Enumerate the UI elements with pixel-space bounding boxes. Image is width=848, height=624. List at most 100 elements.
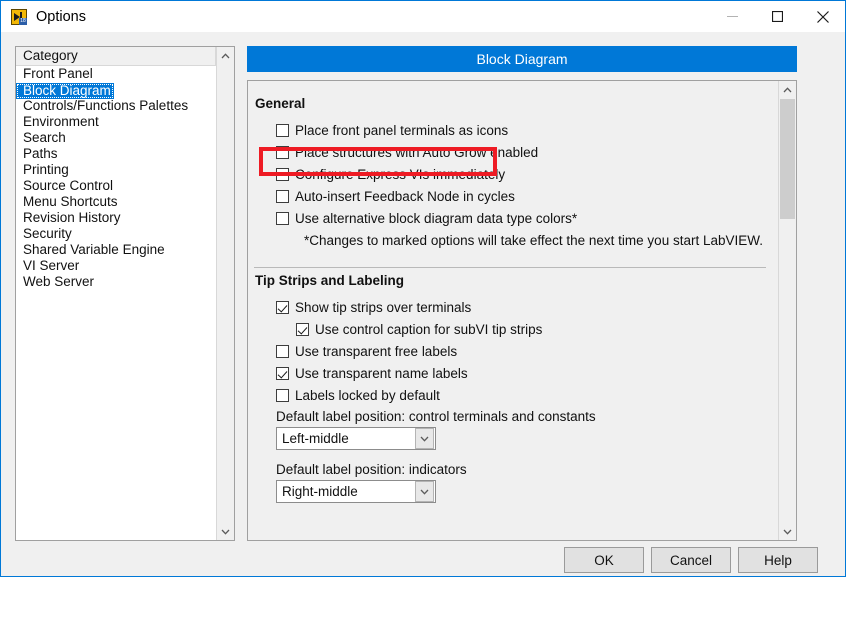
icon-version-badge: 18 (19, 17, 27, 25)
sidebar-item-shared-variable-engine[interactable]: Shared Variable Engine (16, 242, 216, 258)
checkbox-place-front-panel-terminals-as-icons[interactable] (276, 123, 289, 137)
checkbox-place-structures-auto-grow[interactable] (276, 145, 289, 159)
scroll-down-button[interactable] (217, 523, 234, 540)
close-button[interactable] (800, 1, 845, 32)
chevron-down-icon (221, 529, 230, 535)
checkbox-labels-locked-by-default[interactable] (276, 388, 289, 402)
dialog-body: Category Front Panel Block Diagram Contr… (1, 32, 845, 576)
chevron-down-icon[interactable] (415, 481, 434, 502)
sidebar-item-environment[interactable]: Environment (16, 114, 216, 130)
checkbox-label: Use transparent name labels (295, 365, 468, 381)
checkbox-label: Auto-insert Feedback Node in cycles (295, 188, 515, 204)
sidebar-item-front-panel[interactable]: Front Panel (16, 66, 216, 82)
checkbox-auto-insert-feedback-node[interactable] (276, 189, 289, 203)
checkbox-row-transparent-name-labels[interactable]: Use transparent name labels (248, 362, 778, 384)
chevron-down-icon[interactable] (415, 428, 434, 449)
sidebar-item-vi-server[interactable]: VI Server (16, 258, 216, 274)
general-footnote: *Changes to marked options will take eff… (304, 233, 763, 248)
checkbox-label: Place structures with Auto Grow enabled (295, 144, 539, 160)
category-item-row[interactable]: Block Diagram (16, 82, 216, 99)
sidebar-item-menu-shortcuts[interactable]: Menu Shortcuts (16, 194, 216, 210)
scroll-up-button[interactable] (779, 81, 796, 98)
help-button[interactable]: Help (738, 547, 818, 573)
chevron-up-icon (783, 86, 792, 92)
checkbox-row-use-control-caption[interactable]: Use control caption for subVI tip strips (248, 318, 778, 340)
dropdown-control-terminal-position[interactable]: Left-middle (276, 427, 436, 450)
pane-title: Block Diagram (247, 46, 797, 72)
title-bar[interactable]: 18 Options (1, 1, 845, 32)
category-item-row[interactable]: Search (16, 130, 216, 146)
scroll-down-button[interactable] (779, 523, 796, 540)
maximize-button[interactable] (755, 1, 800, 32)
checkbox-label: Configure Express VIs immediately (295, 166, 506, 182)
checkbox-label: Labels locked by default (295, 387, 440, 403)
checkbox-label: Place front panel terminals as icons (295, 122, 509, 138)
pane-content-frame: General Place front panel terminals as i… (247, 80, 797, 541)
settings-pane: Block Diagram General Place front panel … (247, 46, 797, 541)
checkbox-use-control-caption[interactable] (296, 322, 309, 336)
sidebar-item-revision-history[interactable]: Revision History (16, 210, 216, 226)
options-dialog: 18 Options Category Front Panel Block Di… (0, 0, 846, 577)
category-item-row[interactable]: Printing (16, 162, 216, 178)
chevron-up-icon (221, 52, 230, 58)
category-panel: Category Front Panel Block Diagram Contr… (15, 46, 235, 541)
checkbox-row-auto-insert-feedback-node[interactable]: Auto-insert Feedback Node in cycles (248, 185, 778, 207)
labview-options-icon: 18 (11, 8, 27, 25)
scroll-up-button[interactable] (217, 47, 234, 64)
checkbox-transparent-name-labels[interactable] (276, 366, 289, 380)
sidebar-item-web-server[interactable]: Web Server (16, 274, 216, 290)
sidebar-item-source-control[interactable]: Source Control (16, 178, 216, 194)
sidebar-item-search[interactable]: Search (16, 130, 216, 146)
category-item-row[interactable]: VI Server (16, 258, 216, 274)
checkbox-label: Use alternative block diagram data type … (295, 210, 578, 226)
window-title: Options (36, 8, 86, 25)
category-item-row[interactable]: Menu Shortcuts (16, 194, 216, 210)
category-item-row[interactable]: Front Panel (16, 66, 216, 82)
minimize-button[interactable] (710, 1, 755, 32)
category-item-row[interactable]: Revision History (16, 210, 216, 226)
checkbox-label: Use control caption for subVI tip strips (315, 321, 543, 337)
sidebar-item-block-diagram[interactable]: Block Diagram (16, 83, 114, 99)
sidebar-item-paths[interactable]: Paths (16, 146, 216, 162)
section-title-general: General (255, 96, 306, 111)
section-title-tip-strips: Tip Strips and Labeling (255, 273, 405, 288)
sidebar-item-security[interactable]: Security (16, 226, 216, 242)
checkbox-row-configure-express-vis[interactable]: Configure Express VIs immediately (248, 163, 778, 185)
category-list-header: Category (16, 47, 216, 66)
scroll-thumb[interactable] (780, 99, 795, 219)
category-item-row[interactable]: Web Server (16, 274, 216, 290)
category-item-row[interactable]: Source Control (16, 178, 216, 194)
checkbox-row-transparent-free-labels[interactable]: Use transparent free labels (248, 340, 778, 362)
category-item-row[interactable]: Shared Variable Engine (16, 242, 216, 258)
category-item-row[interactable]: Controls/Functions Palettes (16, 98, 216, 114)
checkbox-show-tip-strips[interactable] (276, 300, 289, 314)
cancel-button[interactable]: Cancel (651, 547, 731, 573)
checkbox-row-show-tip-strips[interactable]: Show tip strips over terminals (248, 296, 778, 318)
sidebar-item-controls-functions-palettes[interactable]: Controls/Functions Palettes (16, 98, 216, 114)
category-item-row[interactable]: Security (16, 226, 216, 242)
dialog-footer: OK Cancel Help (1, 547, 845, 579)
checkbox-configure-express-vis[interactable] (276, 167, 289, 181)
checkbox-transparent-free-labels[interactable] (276, 344, 289, 358)
category-item-row[interactable]: Environment (16, 114, 216, 130)
ok-button[interactable]: OK (564, 547, 644, 573)
category-list[interactable]: Category Front Panel Block Diagram Contr… (16, 47, 216, 540)
category-item-row[interactable]: Paths (16, 146, 216, 162)
window-controls (710, 1, 845, 32)
category-scrollbar[interactable] (216, 47, 234, 540)
checkbox-row-alternative-data-type-colors[interactable]: Use alternative block diagram data type … (248, 207, 778, 229)
checkbox-row-place-structures-auto-grow[interactable]: Place structures with Auto Grow enabled (248, 141, 778, 163)
checkbox-alternative-data-type-colors[interactable] (276, 211, 289, 225)
close-icon (816, 10, 829, 23)
pane-content: General Place front panel terminals as i… (248, 81, 778, 540)
minimize-icon (727, 16, 738, 17)
pane-scrollbar[interactable] (778, 81, 796, 540)
checkbox-row-labels-locked-by-default[interactable]: Labels locked by default (248, 384, 778, 406)
checkbox-label: Use transparent free labels (295, 343, 458, 359)
sidebar-item-printing[interactable]: Printing (16, 162, 216, 178)
dropdown-value: Right-middle (282, 484, 358, 499)
checkbox-row-place-front-panel-terminals-as-icons[interactable]: Place front panel terminals as icons (248, 119, 778, 141)
dropdown-indicator-position[interactable]: Right-middle (276, 480, 436, 503)
checkbox-label: Show tip strips over terminals (295, 299, 472, 315)
section-divider (254, 267, 766, 268)
